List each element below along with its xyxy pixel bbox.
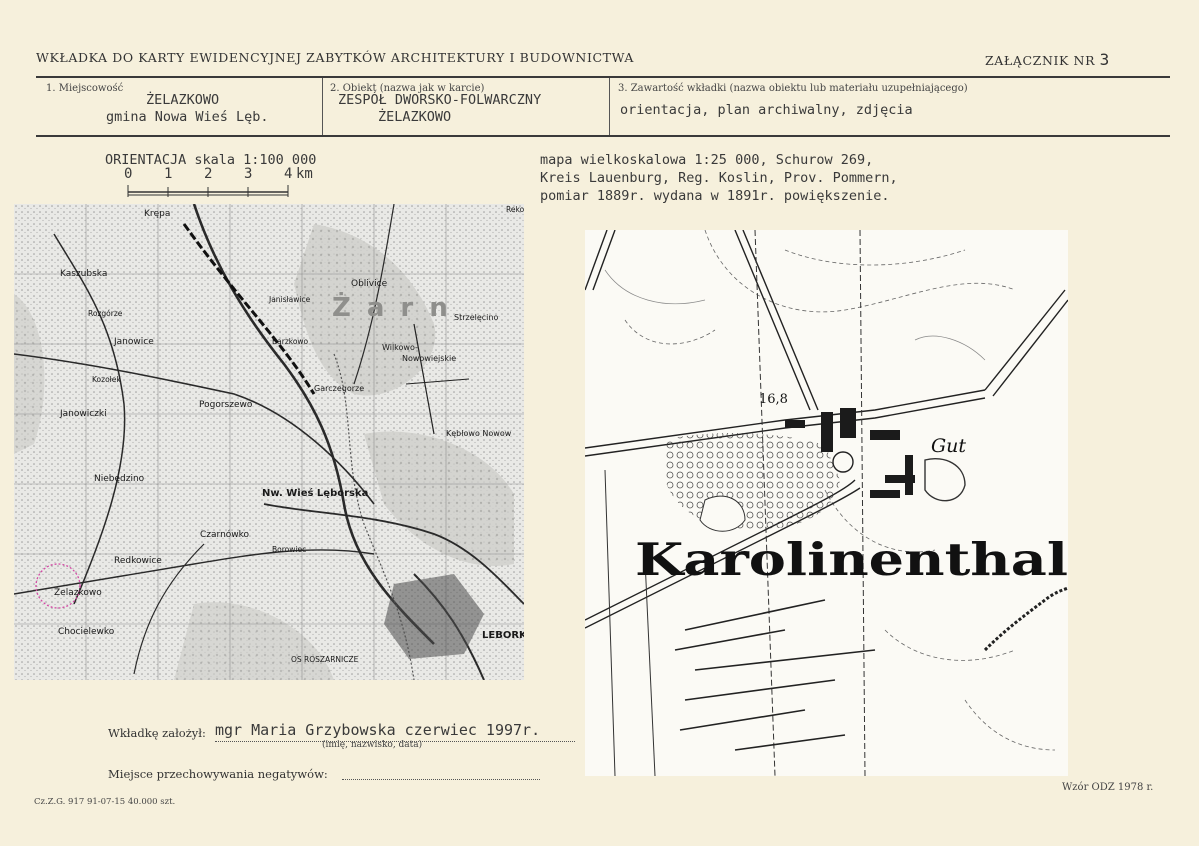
map-label-kaszubska: Kaszubska <box>60 269 107 279</box>
contents-value: orientacja, plan archiwalny, zdjęcia <box>620 102 913 118</box>
negatives-label: Miejsce przechowywania negatywów: <box>108 767 328 781</box>
archive-elevation: 16,8 <box>759 392 788 407</box>
map-label-niebedzino: Niebędzino <box>94 474 145 484</box>
template-note: Wzór ODZ 1978 r. <box>1062 782 1154 793</box>
map-label-barzkowo: Barzkowo <box>272 337 309 346</box>
locality-value: ŻELAZKOWO <box>146 92 220 108</box>
map-label-chocielewko: Chocielewko <box>58 627 115 637</box>
map-label-nowowiejskie: Nowowiejskie <box>402 354 456 363</box>
scale-bar-graphic <box>127 185 289 197</box>
archive-place-name: Karolinenthal <box>635 533 1068 586</box>
map-label-zarn: Żarn <box>332 291 464 323</box>
map-label-krepa: Krępa <box>144 209 170 219</box>
map-label-janowiczki: Janowiczki <box>59 409 107 419</box>
map-label-garczegorze: Garczegorze <box>314 384 364 393</box>
orientation-map-graphic: Krępa Kaszubska Oblivice Janisławice Roz… <box>14 204 524 680</box>
author-label: Wkładkę założył: <box>108 726 206 740</box>
map-label-zelazkowo: Żelazkowo <box>54 587 102 598</box>
archive-map: 16,8 Gut Karolinenthal <box>585 230 1068 776</box>
header-rule <box>36 76 1170 78</box>
fields-bottom-rule <box>36 135 1170 137</box>
locality-label: 1. Miejscowość <box>46 83 124 94</box>
document-title: WKŁADKA DO KARTY EWIDENCYJNEJ ZABYTKÓW A… <box>36 50 635 65</box>
scale-tick-1: 1 <box>164 166 173 182</box>
archive-caption-line1: mapa wielkoskalowa 1:25 000, Schurow 269… <box>540 152 874 168</box>
scale-bar: 0 1 2 3 4 km <box>118 166 338 200</box>
field-divider-2 <box>609 78 610 135</box>
locality-commune: gmina Nowa Wieś Lęb. <box>106 109 269 125</box>
annex-label-text: ZAŁĄCZNIK NR <box>985 53 1096 68</box>
orientation-map: Krępa Kaszubska Oblivice Janisławice Roz… <box>14 204 524 680</box>
scale-tick-0: 0 <box>124 166 133 182</box>
scale-unit: km <box>296 166 313 182</box>
scale-tick-4: 4 <box>284 166 293 182</box>
map-label-oblivice: Oblivice <box>351 279 388 289</box>
map-label-wilkowo: Wilkowo- <box>382 343 418 352</box>
map-label-keblowo: Kębłowo Nowow <box>446 429 512 438</box>
annex-label: ZAŁĄCZNIK NR 3 <box>985 50 1110 69</box>
map-label-roszarnicze: OS ROSZARNICZE <box>291 655 359 664</box>
print-note: Cz.Z.G. 917 91-07-15 40.000 szt. <box>34 797 176 807</box>
archive-map-graphic: 16,8 Gut Karolinenthal <box>585 230 1068 776</box>
map-label-redkowice: Redkowice <box>114 556 162 566</box>
archive-gut-label: Gut <box>931 435 966 457</box>
scale-tick-2: 2 <box>204 166 213 182</box>
annex-number: 3 <box>1099 50 1110 69</box>
map-label-rozgorze: Rozgórze <box>88 309 123 318</box>
map-label-pogorszewo: Pogorszewo <box>199 400 253 410</box>
map-label-czarnowko: Czarnówko <box>200 529 250 540</box>
scale-tick-3: 3 <box>244 166 253 182</box>
map-label-janowice: Janowice <box>113 337 154 347</box>
author-hint: (imię, nazwisko, data) <box>322 740 423 750</box>
map-label-nw-wies: Nw. Wieś Lęborska <box>262 487 368 499</box>
map-label-reko: Reko <box>506 205 524 214</box>
negatives-underline <box>342 779 540 780</box>
object-value-line2: ŻELAZKOWO <box>378 109 452 125</box>
record-insert-page: WKŁADKA DO KARTY EWIDENCYJNEJ ZABYTKÓW A… <box>0 0 1199 846</box>
author-value: mgr Maria Grzybowska czerwiec 1997r. <box>215 721 541 739</box>
contents-label: 3. Zawartość wkładki (nazwa obiektu lub … <box>618 83 968 94</box>
archive-caption-line2: Kreis Lauenburg, Reg. Koslin, Prov. Pomm… <box>540 170 898 186</box>
archive-caption-line3: pomiar 1889r. wydana w 1891r. powiększen… <box>540 188 890 204</box>
map-label-janislawice: Janisławice <box>268 295 311 304</box>
map-label-borowiec: Borowiec <box>272 545 306 554</box>
object-value: ZESPÓŁ DWORSKO-FOLWARCZNY <box>338 92 542 108</box>
map-label-lebork: LEBORK <box>482 630 524 641</box>
map-label-kozolek: Kozołek <box>92 375 121 384</box>
field-divider-1 <box>322 78 323 135</box>
